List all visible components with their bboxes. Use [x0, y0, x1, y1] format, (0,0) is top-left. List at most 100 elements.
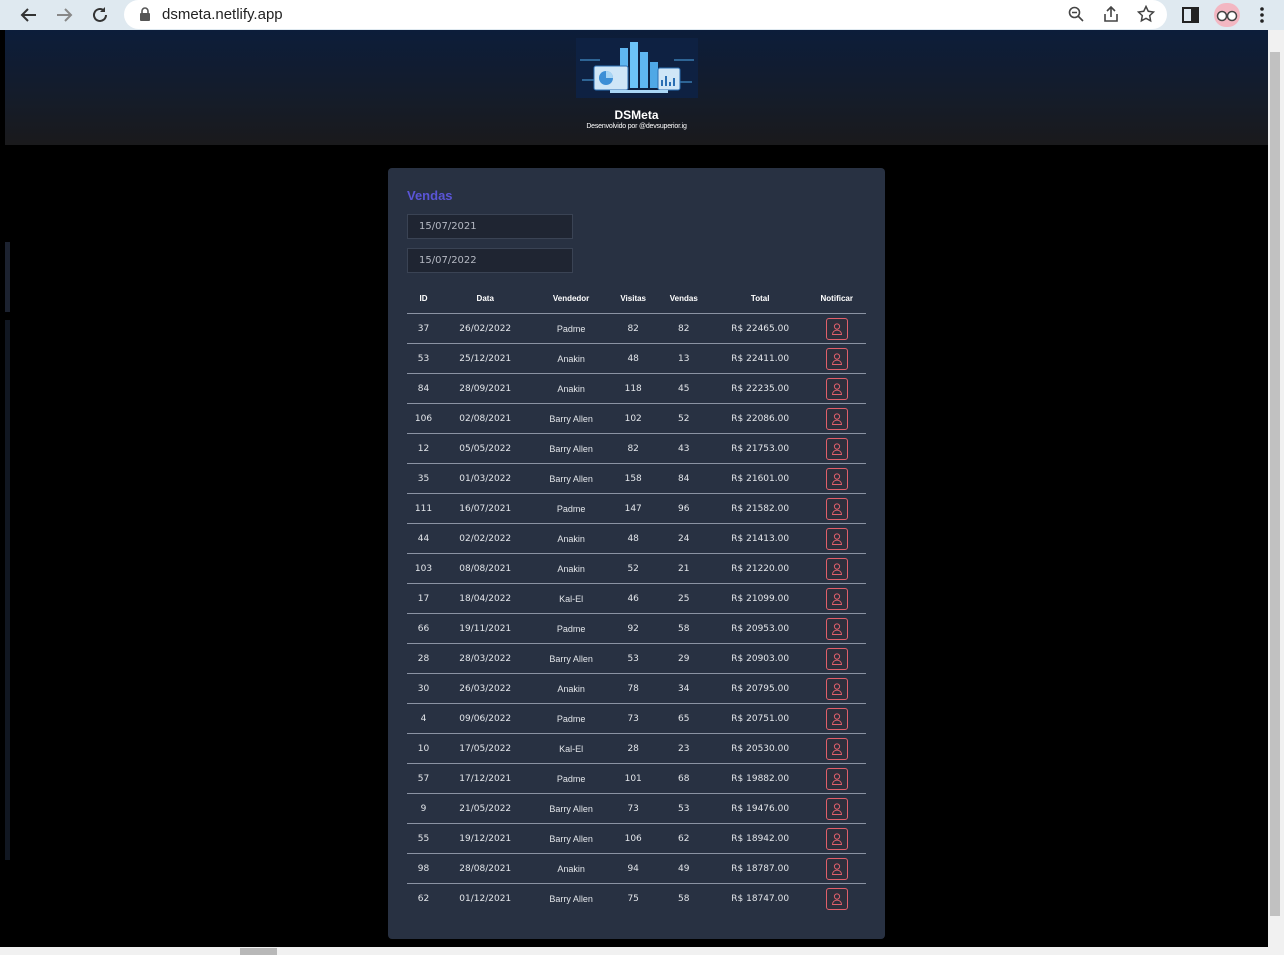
cell-id: 103 — [407, 553, 440, 584]
share-icon[interactable] — [1102, 5, 1120, 23]
user-notify-icon — [831, 502, 842, 515]
notify-button[interactable] — [825, 317, 848, 340]
cell-deals: 25 — [654, 583, 713, 614]
table-row: 53 25/12/2021 Anakin 48 13 R$ 22411.00 — [407, 343, 866, 374]
notify-button[interactable] — [825, 677, 848, 700]
cell-id: 111 — [407, 493, 440, 524]
cell-notify — [807, 433, 866, 464]
cell-id: 4 — [407, 703, 440, 734]
notify-button[interactable] — [825, 827, 848, 850]
table-row: 55 19/12/2021 Barry Allen 106 62 R$ 18942.00 — [407, 823, 866, 854]
table-row: 9 21/05/2022 Barry Allen 73 53 R$ 19476.00 — [407, 793, 866, 824]
cell-notify — [807, 793, 866, 824]
cell-deals: 49 — [654, 853, 713, 884]
notify-button[interactable] — [825, 497, 848, 520]
url-text[interactable]: dsmeta.netlify.app — [162, 6, 283, 23]
vertical-scrollbar-thumb[interactable] — [1270, 52, 1280, 916]
cell-id: 66 — [407, 613, 440, 644]
cell-notify — [807, 883, 866, 913]
cell-notify — [807, 613, 866, 644]
cell-seller: Barry Allen — [530, 643, 612, 674]
notify-button[interactable] — [825, 737, 848, 760]
browser-toolbar: dsmeta.netlify.app — [0, 0, 1284, 30]
cell-total: R$ 22086.00 — [712, 403, 808, 434]
address-bar[interactable]: dsmeta.netlify.app — [124, 0, 1167, 29]
reload-icon[interactable] — [88, 3, 112, 27]
cell-notify — [807, 523, 866, 554]
user-notify-icon — [831, 802, 842, 815]
cell-seller: Anakin — [530, 553, 612, 584]
cell-visits: 147 — [611, 493, 655, 524]
cell-id: 17 — [407, 583, 440, 614]
avatar[interactable] — [1214, 3, 1240, 27]
user-notify-icon — [831, 682, 842, 695]
min-date-input[interactable]: 15/07/2021 — [407, 214, 573, 239]
cell-total: R$ 22465.00 — [712, 313, 808, 344]
cell-id: 44 — [407, 523, 440, 554]
col-header-date: Data — [476, 293, 494, 303]
notify-button[interactable] — [825, 887, 848, 910]
notify-button[interactable] — [825, 587, 848, 610]
cell-total: R$ 18942.00 — [712, 823, 808, 854]
cell-id: 84 — [407, 373, 440, 404]
user-notify-icon — [831, 592, 842, 605]
side-panel-icon[interactable] — [1181, 5, 1201, 25]
notify-button[interactable] — [825, 647, 848, 670]
cell-notify — [807, 583, 866, 614]
cell-deals: 58 — [654, 883, 713, 913]
cell-visits: 101 — [611, 763, 655, 794]
table-row: 103 08/08/2021 Anakin 52 21 R$ 21220.00 — [407, 553, 866, 584]
notify-button[interactable] — [825, 377, 848, 400]
cell-notify — [807, 703, 866, 734]
cell-date: 17/12/2021 — [439, 763, 531, 794]
cell-deals: 84 — [654, 463, 713, 494]
notify-button[interactable] — [825, 707, 848, 730]
cell-date: 02/02/2022 — [439, 523, 531, 554]
cell-date: 19/11/2021 — [439, 613, 531, 644]
card-title: Vendas — [407, 188, 453, 203]
horizontal-scrollbar-thumb[interactable] — [240, 948, 277, 955]
notify-button[interactable] — [825, 347, 848, 370]
notify-button[interactable] — [825, 617, 848, 640]
cell-date: 09/06/2022 — [439, 703, 531, 734]
cell-visits: 48 — [611, 523, 655, 554]
arrow-left-icon[interactable] — [17, 3, 41, 27]
cell-deals: 23 — [654, 733, 713, 764]
notify-button[interactable] — [825, 407, 848, 430]
cell-deals: 43 — [654, 433, 713, 464]
star-icon[interactable] — [1137, 5, 1155, 23]
cell-seller: Barry Allen — [530, 823, 612, 854]
arrow-right-icon[interactable] — [52, 3, 76, 27]
table-row: 106 02/08/2021 Barry Allen 102 52 R$ 22086.00 — [407, 403, 866, 434]
cell-id: 37 — [407, 313, 440, 344]
cell-notify — [807, 313, 866, 344]
kebab-menu-icon[interactable] — [1252, 5, 1272, 25]
notify-button[interactable] — [825, 767, 848, 790]
cell-date: 19/12/2021 — [439, 823, 531, 854]
cell-seller: Barry Allen — [530, 463, 612, 494]
notify-button[interactable] — [825, 557, 848, 580]
notify-button[interactable] — [825, 467, 848, 490]
cell-seller: Padme — [530, 493, 612, 524]
cell-deals: 68 — [654, 763, 713, 794]
cell-visits: 106 — [611, 823, 655, 854]
cell-seller: Kal-El — [530, 583, 612, 614]
cell-deals: 62 — [654, 823, 713, 854]
cell-visits: 102 — [611, 403, 655, 434]
cell-notify — [807, 553, 866, 584]
notify-button[interactable] — [825, 797, 848, 820]
notify-button[interactable] — [825, 437, 848, 460]
zoom-icon[interactable] — [1067, 5, 1085, 23]
user-notify-icon — [831, 832, 842, 845]
cell-total: R$ 20530.00 — [712, 733, 808, 764]
cell-seller: Anakin — [530, 523, 612, 554]
cell-visits: 82 — [611, 433, 655, 464]
cell-seller: Anakin — [530, 343, 612, 374]
horizontal-scrollbar[interactable] — [0, 947, 1284, 955]
cell-seller: Anakin — [530, 853, 612, 884]
notify-button[interactable] — [825, 857, 848, 880]
cell-total: R$ 18747.00 — [712, 883, 808, 913]
notify-button[interactable] — [825, 527, 848, 550]
cell-date: 25/12/2021 — [439, 343, 531, 374]
max-date-input[interactable]: 15/07/2022 — [407, 248, 573, 273]
